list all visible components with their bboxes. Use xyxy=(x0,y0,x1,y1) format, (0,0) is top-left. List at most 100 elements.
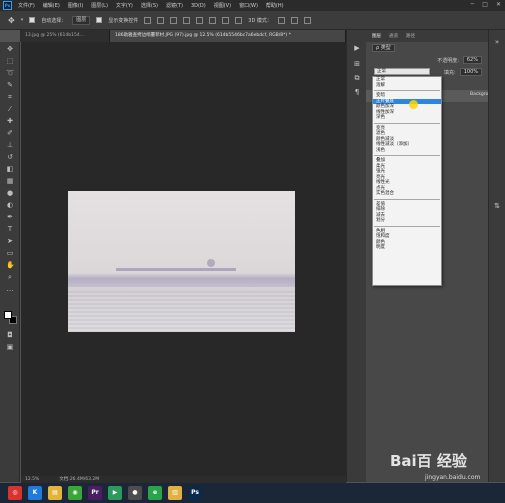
path-select-icon[interactable]: ➤ xyxy=(6,238,14,245)
move-tool-icon[interactable]: ✥ xyxy=(6,46,14,53)
blend-mode-option[interactable]: 明度 xyxy=(373,245,441,251)
canvas-area[interactable] xyxy=(21,42,346,476)
tools-panel: ✥ ⬚ ➰ ✎ ⌗ ⁄ ✚ ✐ ⊥ ↺ ◧ ▦ ● ◐ ✒ T ➤ ▭ ✋ ⌕ … xyxy=(0,42,20,482)
3d-pan-icon[interactable] xyxy=(303,16,311,24)
window-controls: ─ □ ✕ xyxy=(471,1,501,8)
menu-separator xyxy=(374,155,440,156)
folder-icon[interactable]: ▤ xyxy=(48,486,62,500)
explorer-icon[interactable]: ▥ xyxy=(168,486,182,500)
menu-filter[interactable]: 滤镜(T) xyxy=(166,2,183,9)
image-tree xyxy=(207,259,215,267)
distribute-icon[interactable] xyxy=(222,16,230,24)
app-green-icon[interactable]: e xyxy=(148,486,162,500)
wechat-icon[interactable]: ◉ xyxy=(68,486,82,500)
move-tool-icon[interactable]: ✥ xyxy=(8,16,15,25)
tab-document-2[interactable]: 186助雅查拷边绢薹菲材.JPG (97).jpg @ 12.5% (614b5… xyxy=(110,30,346,42)
opacity-field[interactable]: 62% xyxy=(462,56,482,64)
screen-mode-icon[interactable]: ▣ xyxy=(6,344,14,351)
quick-mask-icon[interactable]: ◘ xyxy=(6,332,14,339)
baidu-watermark-text: Bai百 经验 xyxy=(390,452,467,470)
menu-type[interactable]: 文字(Y) xyxy=(116,2,133,9)
more-tools-icon[interactable]: … xyxy=(6,286,14,293)
transform-controls-checkbox[interactable] xyxy=(96,17,103,23)
tab-document-1[interactable]: 13.jpg @ 25% (614b154... xyxy=(20,30,110,42)
panel-options-icon[interactable]: ⇅ xyxy=(493,202,501,210)
menu-window[interactable]: 窗口(W) xyxy=(239,2,258,9)
history-icon[interactable]: ⧉ xyxy=(353,74,361,82)
foreground-color-swatch[interactable] xyxy=(4,311,12,319)
align-top-icon[interactable] xyxy=(144,16,152,24)
dodge-tool-icon[interactable]: ◐ xyxy=(6,202,14,209)
zoom-tool-icon[interactable]: ⌕ xyxy=(6,274,14,281)
fill-label: 填充: xyxy=(444,69,456,76)
tab-channels[interactable]: 通道 xyxy=(389,33,398,39)
collapse-icon[interactable]: » xyxy=(493,38,501,46)
blend-mode-option[interactable]: 划分 xyxy=(373,218,441,224)
adjustments-icon[interactable]: ¶ xyxy=(353,88,361,96)
menu-image[interactable]: 图像(I) xyxy=(68,2,83,9)
menu-edit[interactable]: 编辑(E) xyxy=(43,2,60,9)
3d-roll-icon[interactable] xyxy=(290,16,298,24)
3d-rotate-icon[interactable] xyxy=(277,16,285,24)
healing-tool-icon[interactable]: ✚ xyxy=(6,118,14,125)
stamp-tool-icon[interactable]: ⊥ xyxy=(6,142,14,149)
baidu-watermark-url: jingyan.baidu.com xyxy=(425,474,481,481)
menu-file[interactable]: 文件(F) xyxy=(18,2,35,9)
blend-opacity-row: 不透明度: 62% xyxy=(366,54,488,66)
layer-filter-dropdown[interactable]: ρ 类型 xyxy=(372,44,395,52)
distribute-h-icon[interactable] xyxy=(235,16,243,24)
layer-filter-row: ρ 类型 xyxy=(366,42,488,54)
shape-tool-icon[interactable]: ▭ xyxy=(6,250,14,257)
blur-tool-icon[interactable]: ● xyxy=(6,190,14,197)
blend-mode-select[interactable]: 正常 xyxy=(374,68,430,75)
align-center-icon[interactable] xyxy=(196,16,204,24)
marquee-tool-icon[interactable]: ⬚ xyxy=(6,58,14,65)
menu-select[interactable]: 选择(S) xyxy=(141,2,158,9)
minimize-icon[interactable]: ─ xyxy=(471,1,475,8)
blend-mode-option[interactable]: 深色 xyxy=(373,115,441,121)
blend-mode-option[interactable]: 浅色 xyxy=(373,148,441,154)
menu-help[interactable]: 帮助(H) xyxy=(266,2,284,9)
align-left-icon[interactable] xyxy=(183,16,191,24)
options-bar: ✥ ▾ 自动选择： 图层 显示变换控件 3D 模式： xyxy=(0,11,505,30)
blend-mode-option[interactable]: 实色混合 xyxy=(373,191,441,197)
menu-3d[interactable]: 3D(D) xyxy=(191,3,206,9)
premiere-icon[interactable]: Pr xyxy=(88,486,102,500)
type-tool-icon[interactable]: T xyxy=(6,226,14,233)
align-middle-icon[interactable] xyxy=(157,16,165,24)
app-k-icon[interactable]: K xyxy=(28,486,42,500)
menu-layer[interactable]: 图层(L) xyxy=(91,2,108,9)
close-icon[interactable]: ✕ xyxy=(496,1,501,8)
chevron-down-icon[interactable]: ▾ xyxy=(21,17,24,23)
fill-field[interactable]: 100% xyxy=(459,68,482,76)
blend-mode-option[interactable]: 溶解 xyxy=(373,83,441,89)
brush-tool-icon[interactable]: ✐ xyxy=(6,130,14,137)
auto-select-dropdown[interactable]: 图层 xyxy=(72,15,91,25)
properties-icon[interactable]: ⊞ xyxy=(353,60,361,68)
history-brush-icon[interactable]: ↺ xyxy=(6,154,14,161)
pen-tool-icon[interactable]: ✒ xyxy=(6,214,14,221)
camera-icon[interactable]: ● xyxy=(128,486,142,500)
menu-view[interactable]: 视图(V) xyxy=(214,2,231,9)
play-icon[interactable]: ▶ xyxy=(353,44,361,52)
document-image[interactable] xyxy=(68,191,295,332)
photoshop-icon[interactable]: Ps xyxy=(188,486,202,500)
auto-select-checkbox[interactable] xyxy=(29,17,36,23)
eraser-tool-icon[interactable]: ◧ xyxy=(6,166,14,173)
gradient-tool-icon[interactable]: ▦ xyxy=(6,178,14,185)
tab-layers[interactable]: 图层 xyxy=(372,33,381,39)
maximize-icon[interactable]: □ xyxy=(482,1,488,8)
align-bottom-icon[interactable] xyxy=(170,16,178,24)
tab-paths[interactable]: 路径 xyxy=(406,33,415,39)
crop-tool-icon[interactable]: ⌗ xyxy=(6,94,14,101)
align-right-icon[interactable] xyxy=(209,16,217,24)
start-icon[interactable]: ◎ xyxy=(8,486,22,500)
eyedropper-tool-icon[interactable]: ⁄ xyxy=(6,106,14,113)
media-icon[interactable]: ▶ xyxy=(108,486,122,500)
lasso-tool-icon[interactable]: ➰ xyxy=(6,70,15,77)
right-icon-strip: » ⇅ xyxy=(488,30,505,482)
zoom-level[interactable]: 12.5% xyxy=(25,476,39,483)
quick-select-tool-icon[interactable]: ✎ xyxy=(6,82,14,89)
image-horizon xyxy=(68,273,295,287)
hand-tool-icon[interactable]: ✋ xyxy=(6,262,15,269)
